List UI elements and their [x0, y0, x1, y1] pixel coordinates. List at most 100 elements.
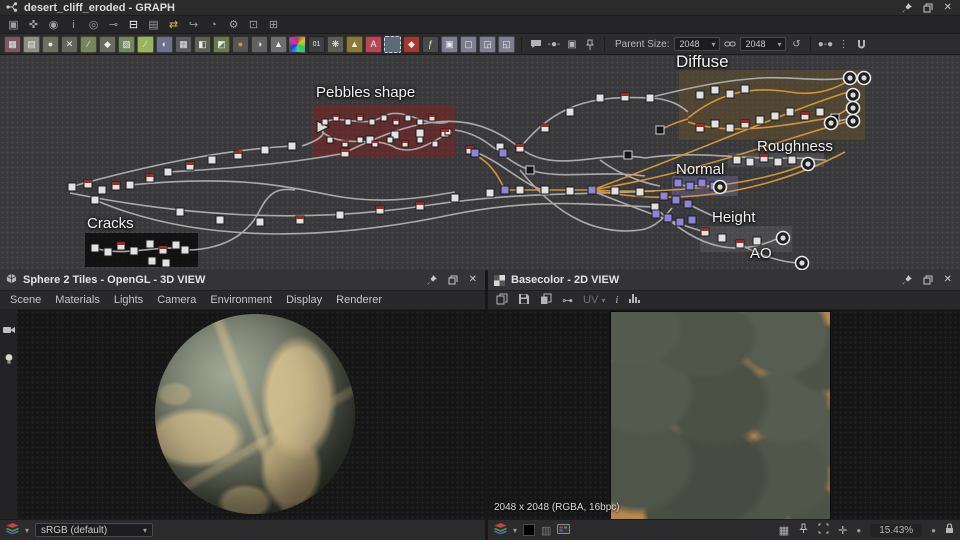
restore-icon[interactable] [448, 275, 458, 285]
select-tool-icon[interactable]: ▣ [5, 17, 22, 32]
svg-node-icon[interactable]: ▤ [23, 35, 40, 53]
mirror-node-icon[interactable]: ◐ [156, 35, 173, 53]
info-icon[interactable]: i [615, 294, 618, 306]
color-wheel-node-icon[interactable] [289, 35, 306, 53]
menu-materials[interactable]: Materials [55, 294, 100, 306]
output-size-select[interactable]: 2048 ▾ [740, 37, 787, 51]
colorspace-select[interactable]: sRGB (default) ▾ [35, 523, 154, 537]
menu-scene[interactable]: Scene [10, 294, 41, 306]
frame3-node-icon[interactable]: ◲ [479, 35, 496, 53]
menu-camera[interactable]: Camera [157, 294, 196, 306]
pushpin-icon[interactable] [582, 36, 598, 52]
frame-view-icon[interactable] [818, 523, 829, 537]
lock-icon[interactable] [945, 523, 954, 537]
pin-icon[interactable] [427, 275, 437, 285]
menu-renderer[interactable]: Renderer [336, 294, 382, 306]
close-icon[interactable]: ✕ [469, 275, 477, 285]
zoom-tool-icon[interactable]: ◎ [85, 17, 102, 32]
link-size-icon[interactable] [722, 36, 738, 52]
splatter-node-icon[interactable]: ❋ [327, 35, 344, 53]
frame-pebbles-shape[interactable] [313, 105, 455, 157]
link-node-icon[interactable]: ⊶ [562, 294, 573, 307]
directional-warp-node-icon[interactable]: ✕ [61, 35, 78, 53]
menu-display[interactable]: Display [286, 294, 322, 306]
fx-map-node-icon[interactable]: 01 [308, 35, 325, 53]
frame-node-icon[interactable]: ▣ [441, 35, 458, 53]
flood-fill-node-icon[interactable]: ◩ [213, 35, 230, 53]
menu-environment[interactable]: Environment [210, 294, 272, 306]
screenshot-icon[interactable]: ◉ [45, 17, 62, 32]
frame4-node-icon[interactable]: ◱ [498, 35, 515, 53]
transform-node-icon[interactable] [384, 35, 401, 53]
slope-blur-node-icon[interactable]: ∕ [137, 35, 154, 53]
zoom-in-icon[interactable]: ● [931, 526, 936, 535]
duplicate-view-icon[interactable] [496, 293, 508, 308]
fit-view-icon[interactable] [798, 523, 809, 537]
pan-tool-icon[interactable]: ✜ [25, 17, 42, 32]
function-node-icon[interactable]: ƒ [422, 35, 439, 53]
tools-icon[interactable]: ⚙ [225, 17, 242, 32]
timer-icon[interactable]: ◔ [205, 17, 222, 32]
dot-node-icon[interactable]: -●- [546, 36, 562, 52]
menu-lights[interactable]: Lights [114, 294, 143, 306]
close-icon[interactable]: ✕ [944, 2, 952, 13]
copy-icon[interactable] [540, 293, 552, 308]
bitmap-node-icon[interactable]: ▦ [4, 35, 21, 53]
monitor-icon[interactable] [557, 521, 571, 539]
image-frame-icon[interactable]: ▣ [564, 36, 580, 52]
pin-icon[interactable] [902, 2, 912, 13]
view3d-viewport[interactable] [0, 310, 485, 519]
cut-links-icon[interactable]: ⊸ [105, 17, 122, 32]
lightbulb-icon[interactable] [4, 352, 14, 370]
node-view-icon[interactable]: ⊟ [125, 17, 142, 32]
background-color-swatch[interactable] [523, 524, 536, 536]
restore-icon[interactable] [923, 3, 933, 13]
uv-toggle[interactable]: UV ▾ [583, 294, 605, 306]
color-layers-icon[interactable] [6, 521, 19, 539]
snap-magnet-icon[interactable] [853, 36, 869, 52]
view2d-viewport[interactable]: 2048 x 2048 (RGBA, 16bpc) [488, 310, 960, 519]
grid-icon[interactable]: ▦ [779, 524, 789, 537]
text-node-icon[interactable]: A [365, 35, 382, 53]
preview-icon[interactable]: ⊡ [245, 17, 262, 32]
link-dots-icon[interactable]: ●‑● [817, 36, 833, 52]
grid-snap-icon[interactable]: ⊞ [265, 17, 282, 32]
gradient-map-node-icon[interactable]: ▧ [118, 35, 135, 53]
histogram-node-icon[interactable]: ▲ [270, 35, 287, 53]
graph-canvas[interactable]: Pebbles shape Cracks Diffuse Roughness N… [0, 55, 960, 270]
camera-icon[interactable] [2, 322, 15, 340]
reset-size-icon[interactable]: ↺ [788, 36, 804, 52]
tile-node-icon[interactable]: ▦ [175, 35, 192, 53]
halftone-node-icon[interactable]: ◑ [251, 35, 268, 53]
pixel-processor-node-icon[interactable]: ● [232, 35, 249, 53]
comment-icon[interactable] [528, 36, 544, 52]
elbow-links-icon[interactable]: ↪ [185, 17, 202, 32]
fill-node-icon[interactable]: ◆ [403, 35, 420, 53]
window-icon[interactable]: ▤ [145, 17, 162, 32]
shape-node-icon[interactable]: ◧ [194, 35, 211, 53]
chevron-down-icon[interactable]: ▾ [513, 526, 517, 535]
histogram-icon[interactable] [628, 293, 641, 307]
blur-node-icon[interactable]: ● [42, 35, 59, 53]
center-view-icon[interactable]: ✛ [838, 524, 847, 537]
basecolor-texture-image[interactable] [610, 311, 831, 519]
graph-frames[interactable] [85, 70, 865, 267]
restore-icon[interactable] [923, 275, 933, 285]
parent-size-select[interactable]: 2048 ▾ [674, 37, 721, 51]
frame2-node-icon[interactable]: ▢ [460, 35, 477, 53]
info-tool-icon[interactable]: i [65, 17, 82, 32]
parallel-links-icon[interactable]: ⇄ [165, 17, 182, 32]
pin-icon[interactable] [902, 275, 912, 285]
chevron-down-icon[interactable]: ▾ [25, 526, 29, 535]
material-preview-sphere[interactable] [155, 314, 355, 514]
close-icon[interactable]: ✕ [944, 275, 952, 285]
zoom-level[interactable]: 15.43% [870, 523, 923, 537]
vertical-dots-icon[interactable]: ⋮ [835, 36, 851, 52]
zoom-out-icon[interactable]: ● [856, 526, 861, 535]
gradient-node-icon[interactable]: ▲ [346, 35, 363, 53]
tiling-icon[interactable]: ▥ [541, 524, 551, 537]
sharpen-node-icon[interactable]: ◆ [99, 35, 116, 53]
channels-icon[interactable] [494, 521, 507, 539]
save-icon[interactable] [518, 293, 530, 308]
curve-node-icon[interactable]: ∕ [80, 35, 97, 53]
